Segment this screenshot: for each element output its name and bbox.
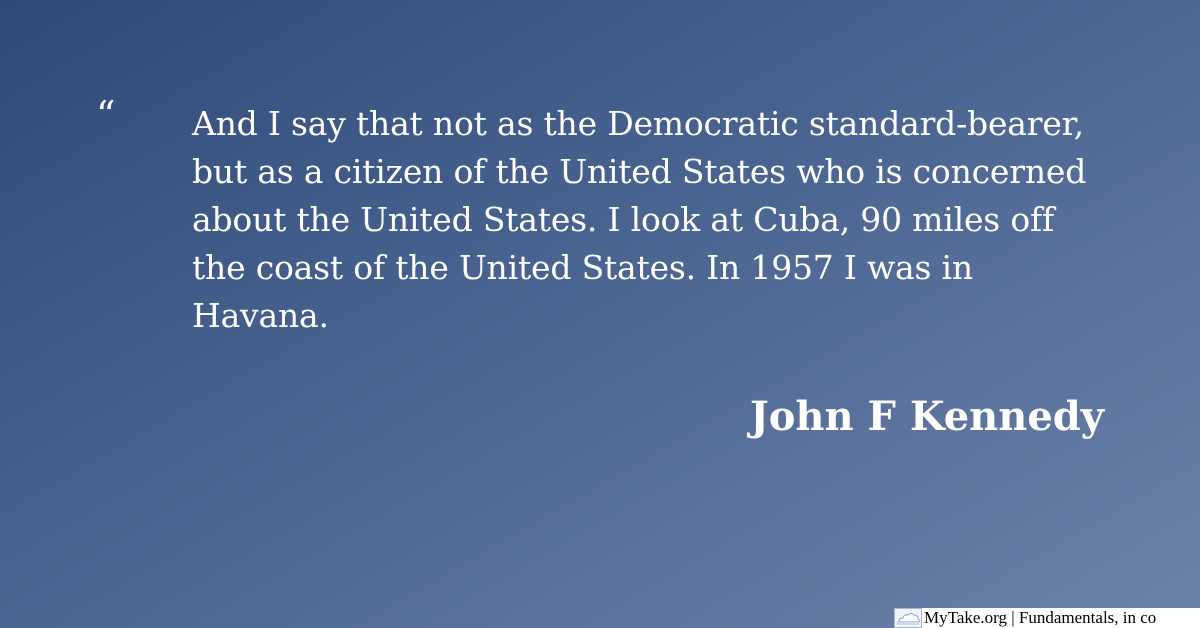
source-footer[interactable]: MyTake.org | Fundamentals, in co xyxy=(894,608,1200,628)
cloud-icon xyxy=(894,608,922,628)
quote-text: And I say that not as the Democratic sta… xyxy=(192,104,1087,335)
footer-source-text[interactable]: MyTake.org | Fundamentals, in co xyxy=(922,608,1156,628)
quote-author: John F Kennedy xyxy=(749,393,1104,440)
open-quote-icon: “ xyxy=(96,93,116,137)
quote-card: “ And I say that not as the Democratic s… xyxy=(0,0,1200,628)
